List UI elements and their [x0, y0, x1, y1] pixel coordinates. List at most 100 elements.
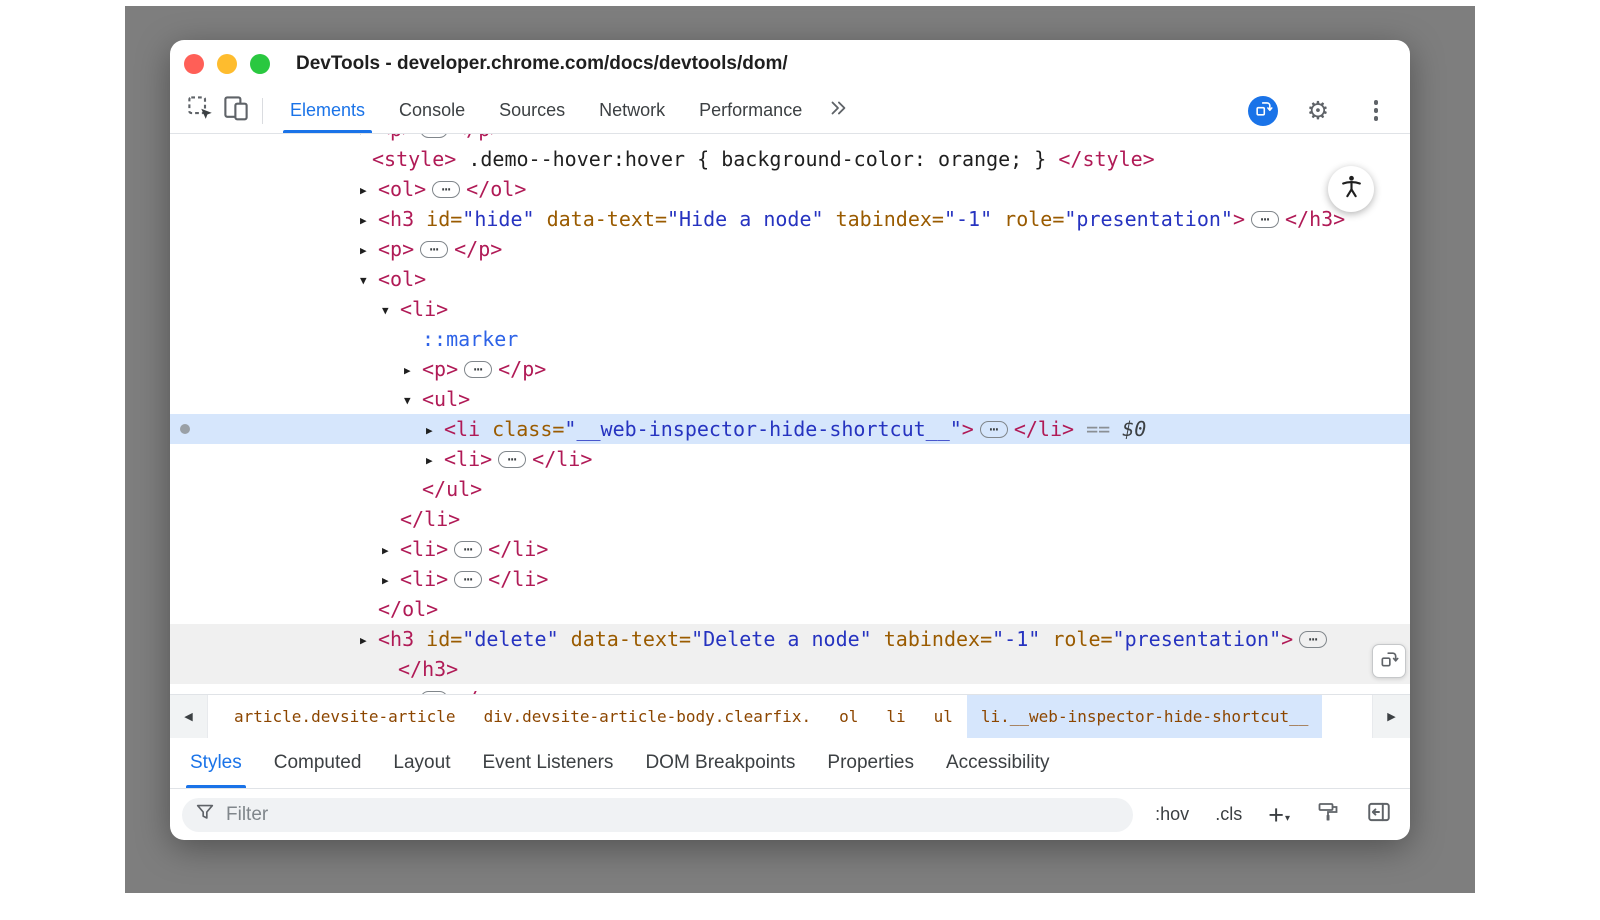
dom-tree-row[interactable]: ▶<p>⋯</p> [170, 354, 1410, 384]
chevron-left-icon: ◀ [184, 710, 192, 723]
new-style-rule-button[interactable]: + ▾ [1268, 804, 1290, 826]
tab-performance[interactable]: Performance [682, 88, 819, 133]
main-menu-button[interactable] [1358, 94, 1394, 128]
breadcrumb-scroll-left-button[interactable]: ◀ [170, 695, 208, 738]
traffic-light-minimize[interactable] [217, 54, 237, 74]
code-tag: <li> [400, 567, 448, 591]
breadcrumb-item[interactable]: article.devsite-article [220, 695, 470, 738]
breadcrumb-item[interactable]: ul [920, 695, 967, 738]
expand-arrow-icon[interactable]: ▶ [404, 356, 422, 386]
collapsed-content-ellipsis-icon[interactable]: ⋯ [1251, 211, 1279, 228]
code-val: "-1" [944, 207, 992, 231]
inspect-element-button[interactable] [182, 94, 218, 128]
collapse-arrow-icon[interactable]: ▼ [360, 266, 378, 296]
dom-tree-row[interactable]: </ul> [170, 474, 1410, 504]
toggle-sidebar-button[interactable] [1366, 799, 1392, 830]
collapse-arrow-icon[interactable]: ▼ [404, 386, 422, 416]
plus-icon: + [1268, 804, 1284, 826]
traffic-light-close[interactable] [184, 54, 204, 74]
collapsed-content-ellipsis-icon[interactable]: ⋯ [420, 691, 448, 695]
more-panels-button[interactable] [827, 97, 849, 124]
styles-filter-input-wrap[interactable] [182, 798, 1133, 832]
dom-tree-row[interactable]: ▼<ol> [170, 264, 1410, 294]
dom-tree-row[interactable]: </li> [170, 504, 1410, 534]
dom-tree-row[interactable]: <style> .demo--hover:hover { background-… [170, 144, 1410, 174]
tab-computed[interactable]: Computed [258, 738, 378, 788]
dom-tree-row[interactable]: ::marker [170, 324, 1410, 354]
accessibility-person-icon [1338, 173, 1365, 205]
collapsed-content-ellipsis-icon[interactable]: ⋯ [980, 421, 1008, 438]
toggle-element-state-button[interactable]: :hov [1155, 804, 1189, 825]
tab-properties[interactable]: Properties [811, 738, 930, 788]
code-tag: <li> [400, 537, 448, 561]
settings-button[interactable]: ⚙ [1300, 94, 1336, 128]
code-attr: tabindex= [872, 627, 992, 651]
tab-dom-breakpoints[interactable]: DOM Breakpoints [629, 738, 811, 788]
dom-tree-row[interactable]: </h3> [170, 654, 1410, 684]
collapsed-content-ellipsis-icon[interactable]: ⋯ [1299, 631, 1327, 648]
styles-tabs: StylesComputedLayoutEvent ListenersDOM B… [170, 738, 1410, 789]
collapsed-content-ellipsis-icon[interactable]: ⋯ [420, 134, 448, 138]
square-arrow-floating-button[interactable] [1372, 644, 1406, 678]
code-tag: </ol> [466, 177, 526, 201]
collapsed-content-ellipsis-icon[interactable]: ⋯ [420, 241, 448, 258]
code-val: "-1" [992, 627, 1040, 651]
tab-console[interactable]: Console [382, 88, 482, 133]
double-chevron-right-icon [827, 97, 849, 124]
element-classes-button[interactable]: .cls [1215, 804, 1242, 825]
tab-styles[interactable]: Styles [174, 738, 258, 788]
device-toolbar-button[interactable] [218, 94, 254, 128]
dom-tree-row[interactable]: </ol> [170, 594, 1410, 624]
collapsed-content-ellipsis-icon[interactable]: ⋯ [464, 361, 492, 378]
tab-event-listeners[interactable]: Event Listeners [466, 738, 629, 788]
expand-arrow-icon[interactable]: ▶ [360, 206, 378, 236]
dom-tree-row[interactable]: ▼<ul> [170, 384, 1410, 414]
breadcrumb-item[interactable]: li.__web-inspector-hide-shortcut__ [967, 695, 1323, 738]
expand-arrow-icon[interactable]: ▶ [382, 536, 400, 566]
dom-tree-row[interactable]: ▶<li>⋯</li> [170, 444, 1410, 474]
funnel-icon [194, 801, 216, 828]
tab-accessibility[interactable]: Accessibility [930, 738, 1065, 788]
dom-tree-row[interactable]: ▶<li> ⋯ </li> [170, 564, 1410, 594]
breadcrumb-item[interactable]: li [872, 695, 919, 738]
square-arrow-button-active[interactable] [1248, 96, 1278, 126]
dom-tree-row[interactable]: ▶<li class="__web-inspector-hide-shortcu… [170, 414, 1410, 444]
expand-arrow-icon[interactable]: ▶ [360, 626, 378, 656]
code-tag: <ol> [378, 267, 426, 291]
expand-arrow-icon[interactable]: ▶ [360, 176, 378, 206]
dom-tree-row[interactable]: ▶<p>⋯</p> [170, 684, 1410, 694]
dom-tree-row[interactable]: ▶<p>⋯</p> [170, 134, 1410, 144]
dom-tree-row[interactable]: ▶<p>⋯</p> [170, 234, 1410, 264]
dom-tree-row[interactable]: ▶<h3 id="hide" data-text="Hide a node" t… [170, 204, 1410, 234]
collapsed-content-ellipsis-icon[interactable]: ⋯ [454, 541, 482, 558]
breadcrumb-item[interactable]: div.devsite-article-body.clearfix. [470, 695, 826, 738]
expand-arrow-icon[interactable]: ▶ [360, 236, 378, 266]
tab-sources[interactable]: Sources [482, 88, 582, 133]
code-tag: <style> [372, 147, 456, 171]
code-val: "__web-inspector-hide-shortcut__" [564, 417, 961, 441]
accessibility-overlay-button[interactable] [1328, 166, 1374, 212]
breadcrumb-scroll-right-button[interactable]: ▶ [1372, 695, 1410, 738]
code-val: "presentation" [1113, 627, 1282, 651]
dom-tree-row[interactable]: ▶<ol>⋯</ol> [170, 174, 1410, 204]
dom-tree-row[interactable]: ▶<li>⋯</li> [170, 534, 1410, 564]
tab-layout[interactable]: Layout [377, 738, 466, 788]
styles-filter-input[interactable] [226, 804, 1121, 826]
traffic-light-zoom[interactable] [250, 54, 270, 74]
dom-tree-row[interactable]: ▼<li> [170, 294, 1410, 324]
collapse-arrow-icon[interactable]: ▼ [382, 296, 400, 326]
breadcrumb-item[interactable]: ol [825, 695, 872, 738]
expand-arrow-icon[interactable]: ▶ [382, 566, 400, 596]
tab-network[interactable]: Network [582, 88, 682, 133]
sidebar-toggle-icon [1366, 812, 1392, 829]
rendering-emulation-button[interactable] [1316, 800, 1340, 829]
tab-elements[interactable]: Elements [273, 88, 382, 133]
collapsed-content-ellipsis-icon[interactable]: ⋯ [498, 451, 526, 468]
collapsed-content-ellipsis-icon[interactable]: ⋯ [432, 181, 460, 198]
expand-arrow-icon[interactable]: ▶ [426, 416, 444, 446]
collapsed-content-ellipsis-icon[interactable]: ⋯ [454, 571, 482, 588]
dom-tree-row[interactable]: ▶<h3 id="delete" data-text="Delete a nod… [170, 624, 1410, 654]
expand-arrow-icon[interactable]: ▶ [426, 446, 444, 476]
expand-arrow-icon[interactable]: ▶ [360, 686, 378, 694]
code-tag: </li> [488, 567, 548, 591]
